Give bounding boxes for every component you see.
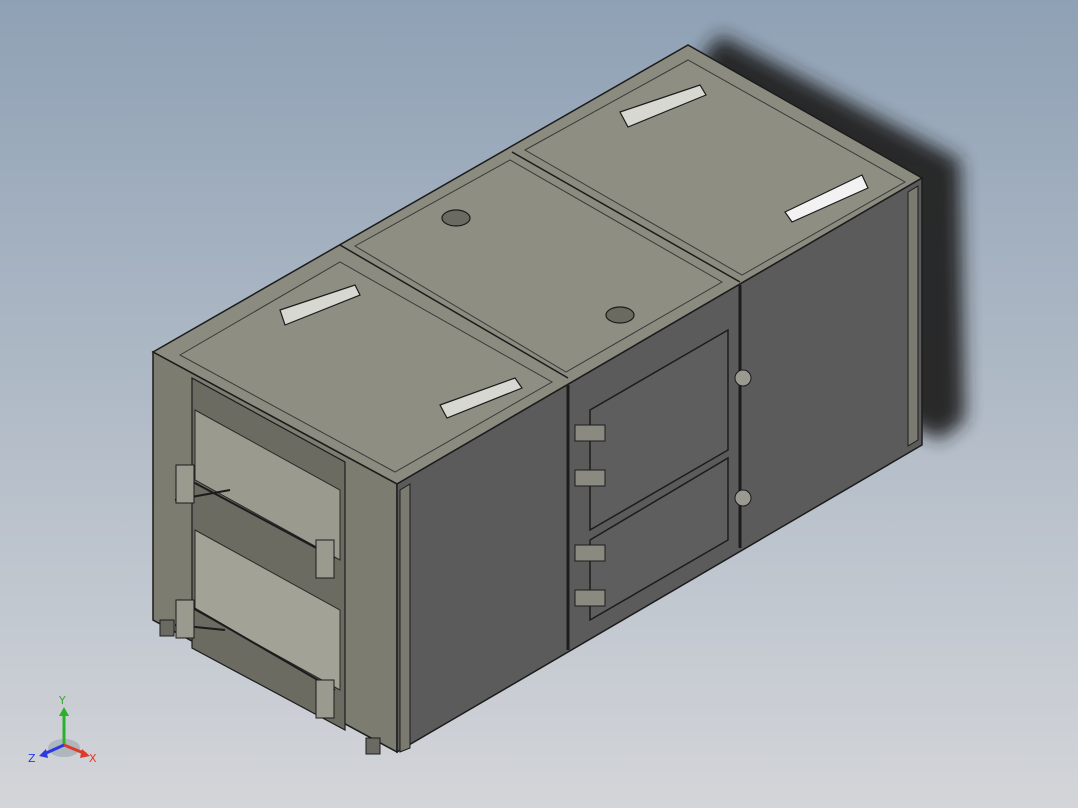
hinge: [734, 369, 752, 387]
y-axis-label: Y: [58, 694, 66, 707]
front-frame: [399, 483, 411, 753]
bracket: [175, 599, 195, 639]
latch[interactable]: [574, 469, 606, 487]
latch[interactable]: [574, 424, 606, 442]
x-axis-label: X: [89, 752, 97, 765]
bracket: [315, 679, 335, 719]
y-axis-arrow: [59, 707, 69, 716]
foot: [365, 737, 381, 755]
hinge: [734, 489, 752, 507]
z-axis-arrow: [39, 749, 48, 758]
latch[interactable]: [574, 544, 606, 562]
bracket: [315, 539, 335, 579]
graphics-viewport[interactable]: Y X Z: [0, 0, 1078, 808]
foot: [159, 619, 175, 637]
top-hole: [605, 306, 635, 324]
front-frame: [907, 185, 919, 447]
orientation-triad: Y X Z: [28, 694, 97, 765]
top-hole: [441, 209, 471, 227]
latch[interactable]: [574, 589, 606, 607]
bracket: [175, 464, 195, 504]
z-axis-label: Z: [28, 752, 36, 765]
viewport-canvas[interactable]: [0, 0, 1078, 808]
